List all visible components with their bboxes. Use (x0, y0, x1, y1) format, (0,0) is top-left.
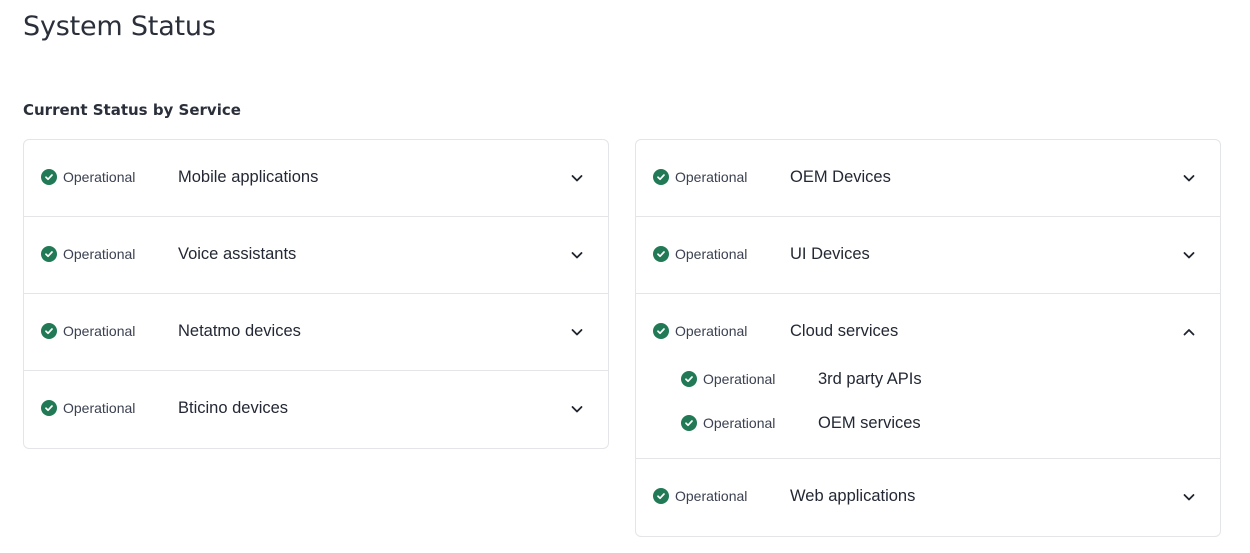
services-card-left: Operational Mobile applications Operatio… (23, 139, 609, 449)
chevron-down-icon[interactable] (570, 402, 584, 416)
sub-service-name: 3rd party APIs (818, 370, 922, 388)
service-name: Cloud services (790, 322, 899, 340)
status-label: Operational (63, 246, 136, 262)
chevron-down-icon[interactable] (1182, 171, 1196, 185)
page-title: System Status (23, 11, 216, 42)
status-indicator: Operational (41, 322, 135, 340)
service-name: Netatmo devices (178, 322, 301, 340)
service-row-web-applications: Operational Web applications (636, 459, 1220, 536)
check-circle-icon (653, 169, 669, 185)
service-row-cloud-services: Operational Cloud services Operational 3… (636, 294, 1220, 459)
status-label: Operational (703, 371, 776, 387)
service-name: Voice assistants (178, 245, 297, 263)
service-header-mobile-applications[interactable]: Operational Mobile applications (24, 140, 608, 216)
status-indicator: Operational (653, 245, 747, 263)
check-circle-icon (681, 371, 697, 387)
chevron-down-icon[interactable] (570, 171, 584, 185)
services-card-right: Operational OEM Devices Operational UI D… (635, 139, 1221, 537)
status-indicator: Operational (653, 322, 747, 340)
status-indicator: Operational (653, 168, 747, 186)
service-name: Mobile applications (178, 168, 319, 186)
check-circle-icon (653, 488, 669, 504)
service-name: UI Devices (790, 245, 870, 263)
service-row-bticino-devices: Operational Bticino devices (24, 371, 608, 448)
sub-service-row-oem-services: Operational OEM services (636, 401, 1220, 445)
status-indicator: Operational (681, 414, 775, 432)
service-row-oem-devices: Operational OEM Devices (636, 140, 1220, 217)
check-circle-icon (41, 323, 57, 339)
chevron-down-icon[interactable] (1182, 490, 1196, 504)
chevron-down-icon[interactable] (1182, 248, 1196, 262)
service-name: Bticino devices (178, 399, 289, 417)
chevron-down-icon[interactable] (570, 248, 584, 262)
service-header-bticino-devices[interactable]: Operational Bticino devices (24, 371, 608, 447)
status-indicator: Operational (41, 168, 135, 186)
sub-service-row-3rd-party-apis: Operational 3rd party APIs (636, 357, 1220, 401)
service-header-web-applications[interactable]: Operational Web applications (636, 459, 1220, 535)
service-name: OEM Devices (790, 168, 891, 186)
status-label: Operational (675, 488, 748, 504)
check-circle-icon (653, 246, 669, 262)
service-header-voice-assistants[interactable]: Operational Voice assistants (24, 217, 608, 293)
service-row-voice-assistants: Operational Voice assistants (24, 217, 608, 294)
status-indicator: Operational (41, 399, 135, 417)
check-circle-icon (653, 323, 669, 339)
service-row-mobile-applications: Operational Mobile applications (24, 140, 608, 217)
check-circle-icon (41, 400, 57, 416)
status-label: Operational (63, 169, 136, 185)
service-row-netatmo-devices: Operational Netatmo devices (24, 294, 608, 371)
status-indicator: Operational (681, 370, 775, 388)
status-label: Operational (63, 323, 136, 339)
check-circle-icon (41, 169, 57, 185)
chevron-down-icon[interactable] (570, 325, 584, 339)
sub-service-name: OEM services (818, 414, 921, 432)
status-indicator: Operational (41, 245, 135, 263)
status-label: Operational (703, 415, 776, 431)
section-title: Current Status by Service (23, 101, 241, 119)
status-label: Operational (675, 246, 748, 262)
status-indicator: Operational (653, 487, 747, 505)
check-circle-icon (41, 246, 57, 262)
service-header-oem-devices[interactable]: Operational OEM Devices (636, 140, 1220, 216)
status-label: Operational (675, 323, 748, 339)
service-name: Web applications (790, 487, 916, 505)
check-circle-icon (681, 415, 697, 431)
service-header-ui-devices[interactable]: Operational UI Devices (636, 217, 1220, 293)
status-label: Operational (675, 169, 748, 185)
chevron-up-icon[interactable] (1182, 325, 1196, 339)
status-label: Operational (63, 400, 136, 416)
service-header-netatmo-devices[interactable]: Operational Netatmo devices (24, 294, 608, 370)
service-row-ui-devices: Operational UI Devices (636, 217, 1220, 294)
